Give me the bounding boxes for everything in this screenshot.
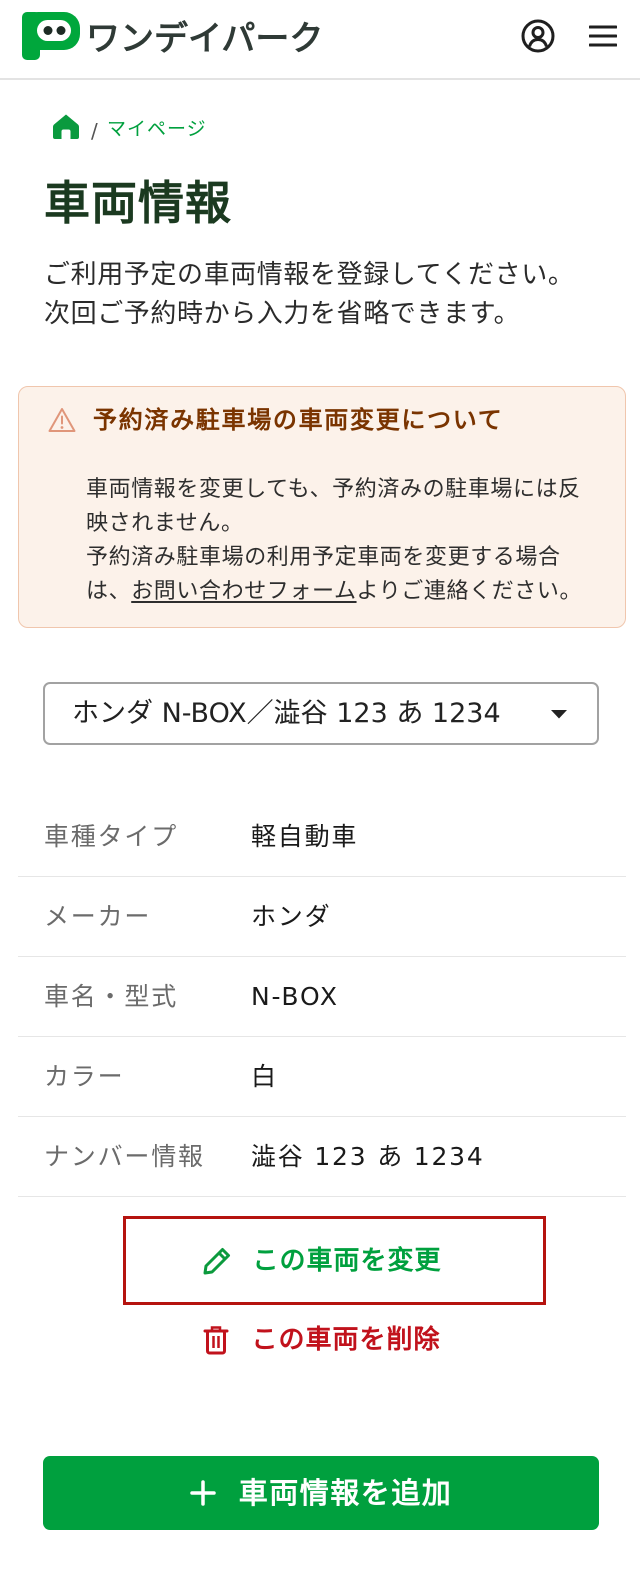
info-row-maker: メーカー ホンダ	[18, 877, 626, 957]
pencil-icon	[202, 1246, 232, 1276]
vehicle-change-notice: 予約済み駐車場の車両変更について 車両情報を変更しても、予約済みの駐車場には反映…	[18, 386, 626, 628]
warning-icon	[48, 407, 76, 433]
page-description-line: 次回ご予約時から入力を省略できます。	[44, 299, 521, 329]
vehicle-select-value: ホンダ N-BOX／澁谷 123 あ 1234	[72, 698, 501, 729]
vehicle-info-table: 車種タイプ 軽自動車 メーカー ホンダ 車名・型式 N-BOX カラー 白 ナン…	[18, 797, 626, 1197]
vehicle-select[interactable]: ホンダ N-BOX／澁谷 123 あ 1234	[43, 682, 599, 745]
info-value: 白	[251, 1062, 278, 1091]
breadcrumb-separator: /	[91, 119, 98, 143]
plus-icon	[189, 1480, 216, 1506]
parking-p-logo-icon	[22, 12, 80, 60]
delete-vehicle-button[interactable]: この車両を削除	[123, 1318, 546, 1362]
info-label: カラー	[44, 1062, 125, 1091]
delete-vehicle-label: この車両を削除	[251, 1325, 441, 1355]
add-vehicle-label: 車両情報を追加	[238, 1476, 453, 1510]
add-vehicle-button[interactable]: 車両情報を追加	[43, 1456, 599, 1530]
edit-vehicle-button[interactable]: この車両を変更	[123, 1216, 546, 1305]
notice-paragraph: 予約済み駐車場の利用予定車両を変更する場合は、お問い合わせフォームよりご連絡くだ…	[86, 541, 591, 609]
home-icon	[52, 112, 80, 140]
contact-form-link[interactable]: お問い合わせフォーム	[131, 579, 356, 604]
edit-vehicle-label: この車両を変更	[252, 1245, 442, 1276]
page-title: 車両情報	[44, 176, 232, 230]
notice-body: 車両情報を変更しても、予約済みの駐車場には反映されません。 予約済み駐車場の利用…	[86, 473, 591, 609]
hamburger-menu-icon	[589, 25, 617, 47]
caret-down-icon	[550, 709, 568, 719]
notice-text: よりご連絡ください。	[356, 579, 583, 604]
notice-paragraph: 車両情報を変更しても、予約済みの駐車場には反映されません。	[86, 477, 581, 536]
breadcrumb-home-link[interactable]	[52, 112, 80, 140]
info-row-model: 車名・型式 N-BOX	[18, 957, 626, 1037]
page-description: ご利用予定の車両情報を登録してください。 次回ご予約時から入力を省略できます。	[44, 256, 574, 334]
info-label: ナンバー情報	[44, 1142, 205, 1171]
menu-button[interactable]	[589, 25, 617, 47]
page-description-line: ご利用予定の車両情報を登録してください。	[44, 260, 575, 290]
trash-icon	[203, 1325, 229, 1355]
info-label: 車名・型式	[44, 982, 179, 1011]
notice-title: 予約済み駐車場の車両変更について	[93, 406, 504, 434]
info-row-color: カラー 白	[18, 1037, 626, 1117]
info-row-plate-number: ナンバー情報 澁谷 123 あ 1234	[18, 1117, 626, 1197]
breadcrumb-mypage-link[interactable]: マイページ	[107, 116, 207, 142]
logo-text: ワンデイパーク	[86, 19, 324, 59]
info-value: 澁谷 123 あ 1234	[251, 1142, 485, 1171]
info-row-vehicle-type: 車種タイプ 軽自動車	[18, 797, 626, 877]
info-value: ホンダ	[251, 902, 332, 931]
app-header: ワンデイパーク	[0, 0, 640, 80]
info-label: 車種タイプ	[44, 822, 179, 851]
user-circle-icon	[521, 19, 555, 53]
logo-link[interactable]: ワンデイパーク	[22, 12, 332, 62]
account-button[interactable]	[521, 19, 555, 53]
info-label: メーカー	[44, 902, 152, 931]
info-value: 軽自動車	[251, 822, 359, 851]
info-value: N-BOX	[251, 982, 339, 1011]
